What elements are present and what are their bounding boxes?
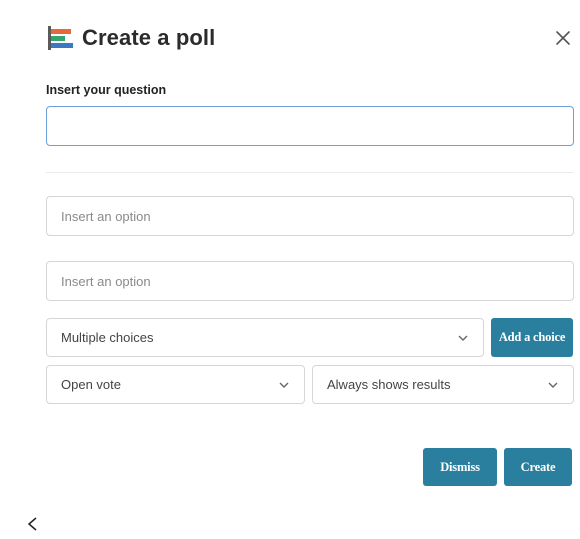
chevron-down-icon <box>279 382 289 388</box>
create-button[interactable]: Create <box>504 448 572 486</box>
vote-type-value: Open vote <box>61 377 121 392</box>
vote-type-select[interactable]: Open vote <box>46 365 305 404</box>
create-poll-dialog: Create a poll Insert your question Multi… <box>22 6 578 506</box>
results-visibility-value: Always shows results <box>327 377 451 392</box>
poll-chart-icon <box>48 26 73 50</box>
add-choice-button[interactable]: Add a choice <box>491 318 573 357</box>
question-input[interactable] <box>46 106 574 146</box>
chevron-down-icon <box>458 335 468 341</box>
results-visibility-select[interactable]: Always shows results <box>312 365 574 404</box>
dialog-header: Create a poll <box>46 24 215 52</box>
choice-type-value: Multiple choices <box>61 330 154 345</box>
option-input-2[interactable] <box>46 261 574 301</box>
close-icon[interactable] <box>552 27 574 49</box>
chevron-left-icon[interactable] <box>26 516 38 532</box>
dialog-title: Create a poll <box>82 25 216 50</box>
question-label: Insert your question <box>46 83 167 97</box>
chevron-down-icon <box>548 382 558 388</box>
option-input-1[interactable] <box>46 196 574 236</box>
choice-type-select[interactable]: Multiple choices <box>46 318 484 357</box>
dismiss-button[interactable]: Dismiss <box>423 448 497 486</box>
page: Create a poll Insert your question Multi… <box>0 0 580 539</box>
divider <box>46 172 574 173</box>
